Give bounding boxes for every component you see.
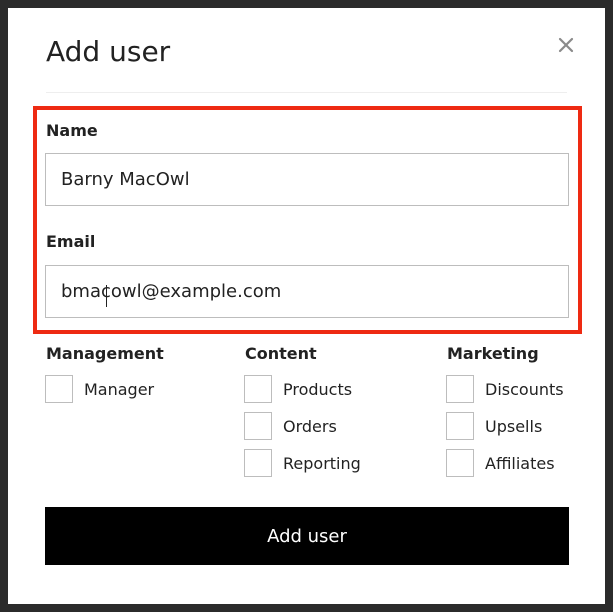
checkbox-label-products: Products <box>283 379 353 399</box>
checkbox-affiliates[interactable] <box>446 449 474 477</box>
checkbox-upsells[interactable] <box>446 412 474 440</box>
checkbox-reporting[interactable] <box>244 449 272 477</box>
checkbox-discounts[interactable] <box>446 375 474 403</box>
dialog-title: Add user <box>46 35 171 68</box>
header-divider <box>46 92 567 93</box>
checkbox-row-orders[interactable]: Orders <box>244 411 337 441</box>
text-cursor <box>106 285 107 307</box>
name-label: Name <box>46 121 98 140</box>
checkbox-label-affiliates: Affiliates <box>485 453 555 473</box>
checkbox-orders[interactable] <box>244 412 272 440</box>
checkbox-row-upsells[interactable]: Upsells <box>446 411 542 441</box>
close-icon[interactable] <box>553 32 579 58</box>
checkbox-row-products[interactable]: Products <box>244 374 352 404</box>
name-input[interactable] <box>45 153 569 206</box>
checkbox-row-affiliates[interactable]: Affiliates <box>446 448 555 478</box>
email-label: Email <box>46 232 96 251</box>
email-input[interactable] <box>45 265 569 318</box>
checkbox-label-reporting: Reporting <box>283 453 361 473</box>
checkbox-label-discounts: Discounts <box>485 379 564 399</box>
group-title-content: Content <box>245 344 317 363</box>
add-user-button[interactable]: Add user <box>45 507 569 565</box>
checkbox-label-orders: Orders <box>283 416 337 436</box>
add-user-dialog: Add user Name Email Management Manager C… <box>8 8 605 604</box>
checkbox-row-discounts[interactable]: Discounts <box>446 374 564 404</box>
checkbox-manager[interactable] <box>45 375 73 403</box>
checkbox-products[interactable] <box>244 375 272 403</box>
checkbox-row-manager[interactable]: Manager <box>45 374 154 404</box>
checkbox-label-upsells: Upsells <box>485 416 543 436</box>
checkbox-row-reporting[interactable]: Reporting <box>244 448 361 478</box>
checkbox-label-manager: Manager <box>84 379 155 399</box>
group-title-management: Management <box>46 344 164 363</box>
group-title-marketing: Marketing <box>447 344 539 363</box>
